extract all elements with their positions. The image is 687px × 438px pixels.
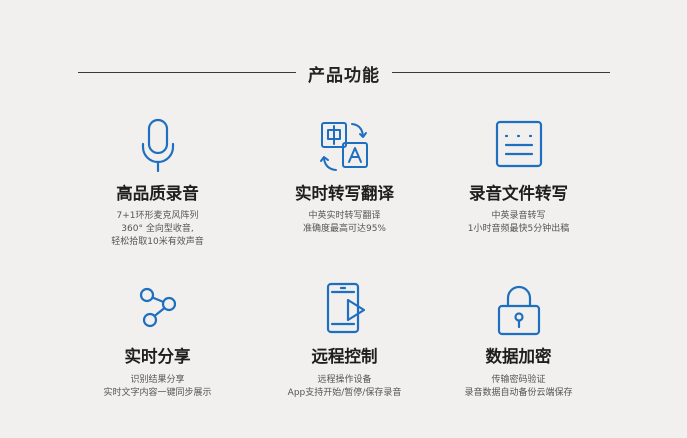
- section-header: 产品功能: [0, 58, 687, 88]
- feature-desc-line: 1小时音频最快5分钟出稿: [467, 224, 570, 234]
- feature-desc-line: 录音数据自动备份云端保存: [464, 388, 573, 398]
- feature-description: 中英录音转写 1小时音频最快5分钟出稿: [404, 210, 633, 236]
- feature-title: 数据加密: [485, 347, 552, 366]
- feature-desc-line: 中英录音转写: [491, 211, 546, 221]
- translate-icon: [314, 118, 376, 178]
- microphone-icon: [127, 118, 189, 178]
- header-divider-left: [78, 72, 296, 73]
- remote-control-icon: [314, 282, 376, 342]
- document-icon: [488, 118, 550, 178]
- feature-title: 录音文件转写: [469, 184, 568, 203]
- feature-desc-line: 传输密码验证: [491, 375, 546, 385]
- lock-icon: [488, 282, 550, 342]
- section-title: 产品功能: [308, 66, 380, 86]
- share-icon: [127, 282, 189, 342]
- header-divider-right: [392, 72, 610, 73]
- feature-description: 传输密码验证 录音数据自动备份云端保存: [404, 374, 633, 400]
- feature-desc-line: 轻松拾取10米有效声音: [111, 237, 204, 247]
